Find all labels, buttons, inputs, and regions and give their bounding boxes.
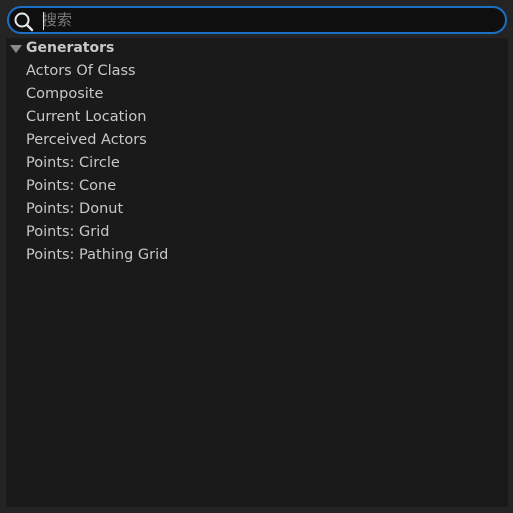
- list-item-points-circle[interactable]: Points: Circle: [26, 155, 120, 175]
- list-item-points-grid[interactable]: Points: Grid: [26, 224, 109, 244]
- list-item-actors-of-class[interactable]: Actors Of Class: [26, 63, 136, 83]
- search-icon: [14, 12, 34, 32]
- list-item-points-cone[interactable]: Points: Cone: [26, 178, 116, 198]
- category-label: Generators: [26, 40, 115, 56]
- category-generators[interactable]: Generators: [6, 39, 508, 59]
- list-item-points-donut[interactable]: Points: Donut: [26, 201, 123, 221]
- list-item-current-location[interactable]: Current Location: [26, 109, 146, 129]
- search-box[interactable]: [7, 6, 507, 34]
- generator-list: Generators Actors Of Class Composite Cur…: [6, 38, 508, 507]
- generator-picker-popup: Generators Actors Of Class Composite Cur…: [0, 0, 513, 513]
- text-caret: [43, 12, 44, 30]
- list-item-composite[interactable]: Composite: [26, 86, 103, 106]
- list-item-perceived-actors[interactable]: Perceived Actors: [26, 132, 147, 152]
- list-item-points-pathing-grid[interactable]: Points: Pathing Grid: [26, 247, 168, 267]
- search-input[interactable]: [42, 9, 497, 31]
- triangle-down-icon[interactable]: [10, 45, 22, 53]
